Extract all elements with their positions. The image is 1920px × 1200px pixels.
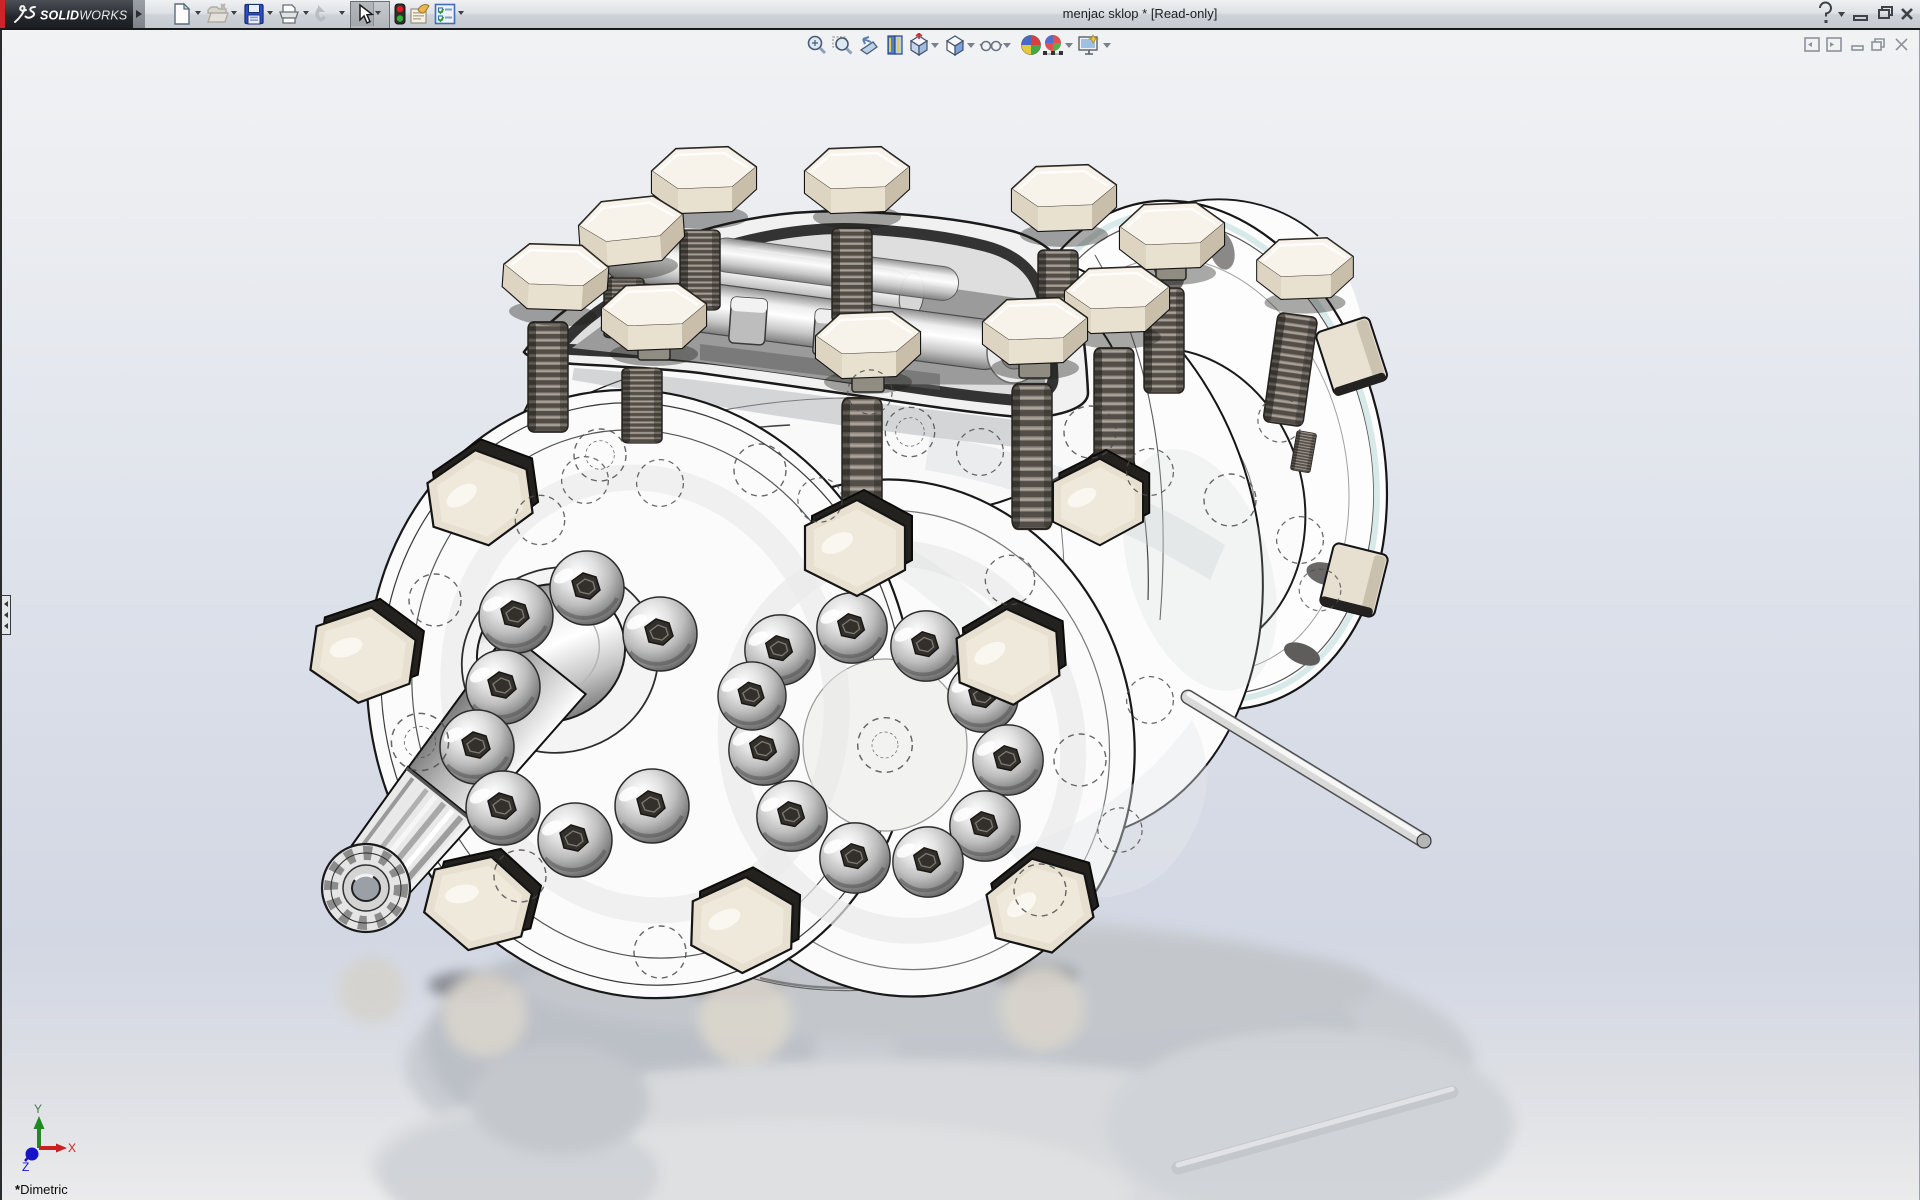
svg-text:X: X [68,1141,76,1155]
svg-text:Z: Z [22,1160,29,1174]
svg-text:Y: Y [34,1102,42,1116]
svg-text:SOLIDWORKS: SOLIDWORKS [40,9,128,23]
